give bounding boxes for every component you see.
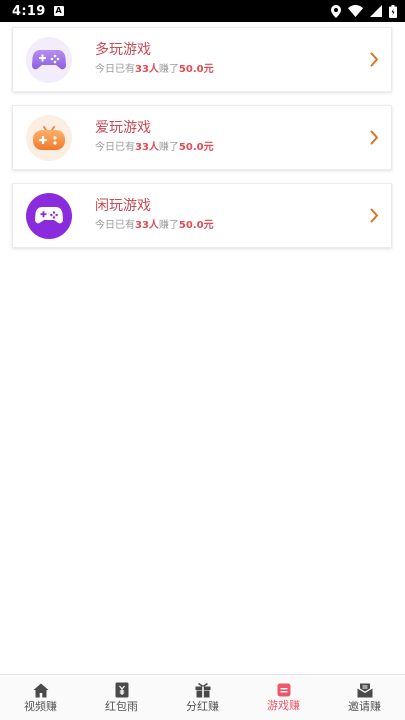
orange-gamepad-icon — [26, 115, 72, 161]
red-envelope-icon — [115, 682, 128, 698]
game-list: 多玩游戏 今日已有33人赚了50.0元 爱玩游戏 今日已有33人赚了50.0元 … — [12, 27, 392, 261]
game-title: 爱玩游戏 — [95, 120, 151, 136]
game-title: 多玩游戏 — [95, 42, 151, 58]
battery-icon — [389, 4, 397, 18]
game-title: 闲玩游戏 — [95, 198, 151, 214]
status-bar: 4:19 A — [0, 0, 405, 22]
tab-red-envelope-rain[interactable]: 红包雨 — [81, 675, 162, 720]
tab-invite-earn[interactable]: 邀请赚 — [324, 675, 405, 720]
tab-game-earn[interactable]: 游戏赚 — [243, 675, 324, 720]
game-doc-icon — [277, 683, 290, 697]
bottom-tab-bar: 视频赚 红包雨 分红赚 游戏赚 邀请赚 — [0, 674, 405, 720]
home-icon — [33, 683, 48, 697]
location-icon — [331, 4, 341, 18]
wifi-icon — [348, 5, 363, 17]
game-card-aiwan[interactable]: 爱玩游戏 今日已有33人赚了50.0元 — [12, 105, 392, 170]
gift-icon — [195, 682, 210, 698]
status-time: 4:19 — [12, 3, 46, 19]
chevron-right-icon[interactable] — [370, 208, 379, 223]
tab-label: 分红赚 — [186, 700, 219, 713]
tab-label: 红包雨 — [105, 700, 138, 713]
purple-gamepad-icon — [26, 37, 72, 83]
tab-dividend-earn[interactable]: 分红赚 — [162, 675, 243, 720]
tab-video-earn[interactable]: 视频赚 — [0, 675, 81, 720]
white-gamepad-icon — [26, 193, 72, 239]
notification-icon: A — [53, 6, 64, 16]
chevron-right-icon[interactable] — [370, 52, 379, 67]
tab-label: 视频赚 — [24, 699, 57, 713]
mail-icon — [357, 683, 372, 697]
game-card-duowan[interactable]: 多玩游戏 今日已有33人赚了50.0元 — [12, 27, 392, 92]
tab-label: 邀请赚 — [348, 699, 381, 713]
chevron-right-icon[interactable] — [370, 130, 379, 145]
game-stats: 今日已有33人赚了50.0元 — [95, 220, 214, 231]
game-stats: 今日已有33人赚了50.0元 — [95, 64, 214, 75]
game-card-xianwan[interactable]: 闲玩游戏 今日已有33人赚了50.0元 — [12, 183, 392, 248]
game-stats: 今日已有33人赚了50.0元 — [95, 142, 214, 153]
tab-label: 游戏赚 — [267, 699, 300, 712]
signal-icon — [370, 5, 382, 17]
